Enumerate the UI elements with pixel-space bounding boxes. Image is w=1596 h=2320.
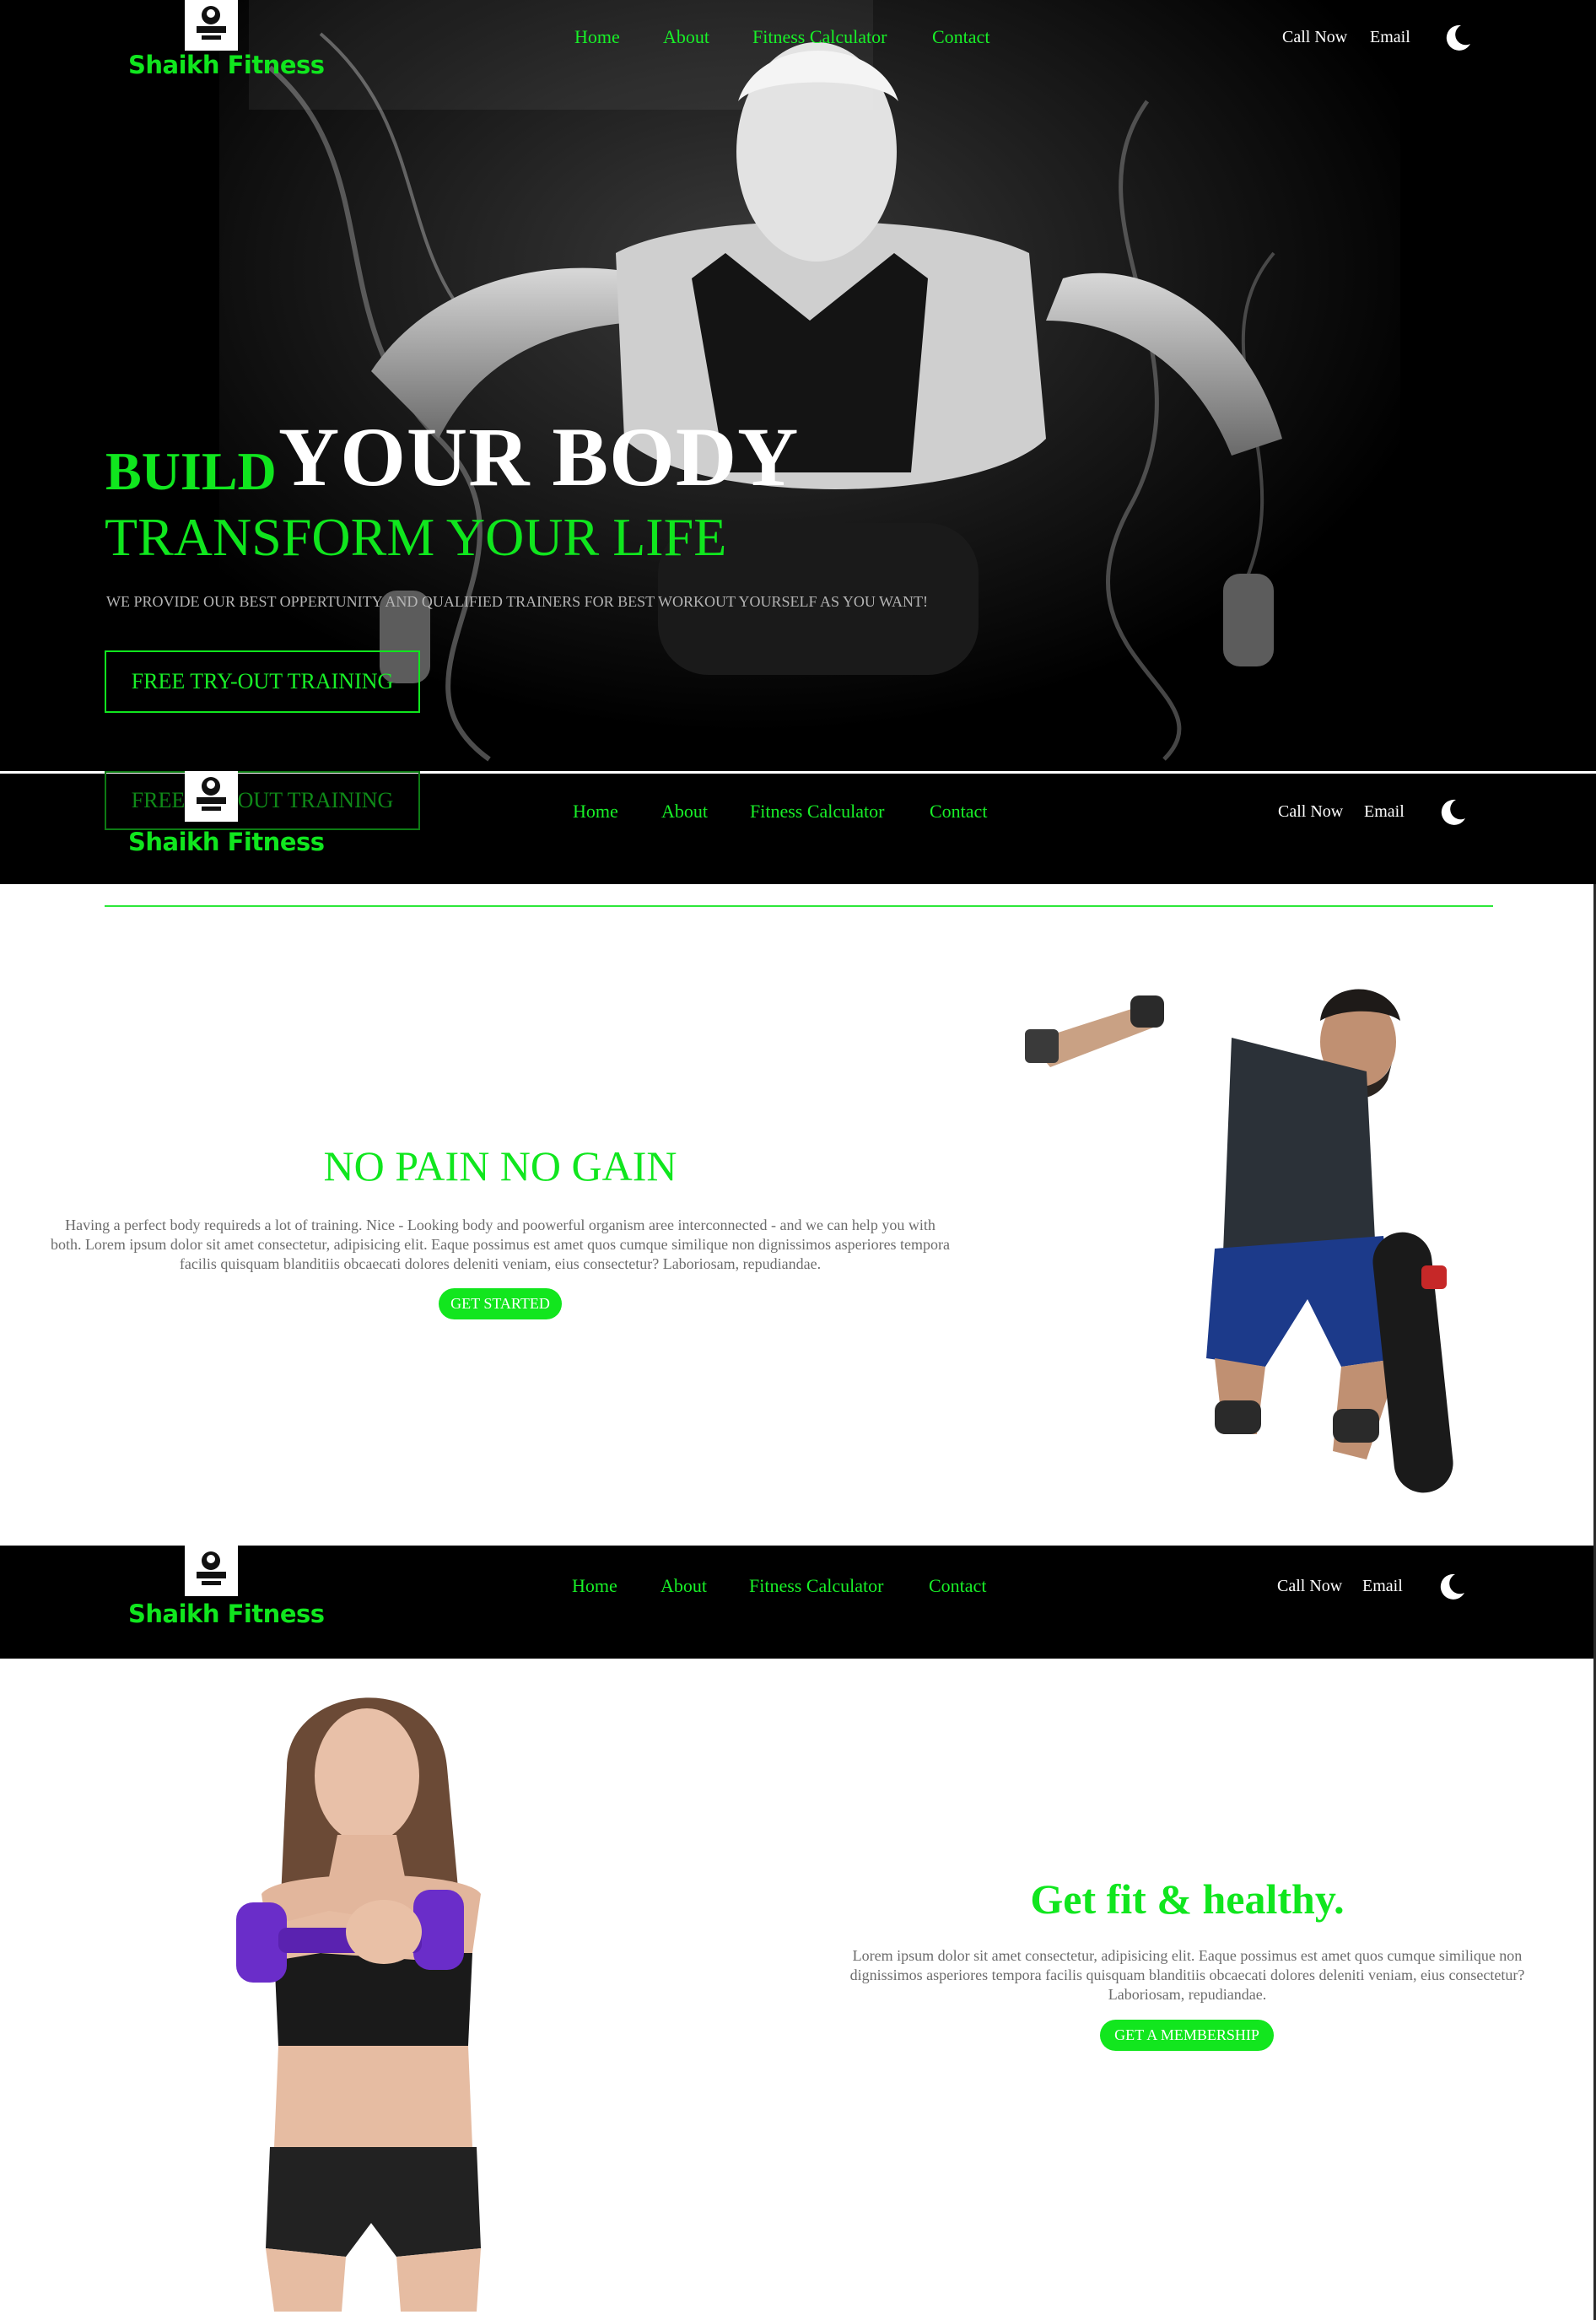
logo[interactable]: [185, 0, 238, 51]
nav-fitness-calculator-link[interactable]: Fitness Calculator: [750, 801, 884, 823]
skateboarder-photo: [1025, 989, 1453, 1493]
fitness-club-logo-icon: [197, 6, 226, 40]
moon-icon[interactable]: [1437, 1572, 1467, 1602]
moon-icon[interactable]: [1442, 23, 1473, 53]
nav-about-link[interactable]: About: [663, 26, 709, 48]
hero-build-text: BUILD: [105, 441, 277, 501]
navbar-top: Shaikh Fitness Home About Fitness Calcul…: [0, 0, 1596, 113]
nav-home-link[interactable]: Home: [572, 1575, 617, 1597]
no-pain-title: NO PAIN NO GAIN: [323, 1142, 677, 1190]
brand-name[interactable]: Shaikh Fitness: [128, 51, 325, 79]
brand-name[interactable]: Shaikh Fitness: [128, 828, 325, 856]
nav-fitness-calculator-link[interactable]: Fitness Calculator: [752, 26, 887, 48]
logo[interactable]: [185, 771, 238, 822]
free-tryout-button[interactable]: FREE TRY-OUT TRAINING: [105, 650, 420, 713]
hero-section: BUILD YOUR BODY TRANSFORM YOUR LIFE WE P…: [0, 0, 1596, 771]
get-fit-title: Get fit & healthy.: [1030, 1875, 1345, 1923]
nav-contact-link[interactable]: Contact: [930, 801, 987, 823]
pain-description: Having a perfect body requireds a lot of…: [0, 1216, 1000, 1274]
pain-text-line: both. Lorem ipsum dolor sit amet consect…: [50, 1236, 951, 1253]
nav-about-link[interactable]: About: [661, 1575, 707, 1597]
fit-description: Lorem ipsum dolor sit amet consectetur, …: [793, 1946, 1582, 2004]
fit-text-line: dignissimos asperiores tempora facilis q…: [849, 1967, 1525, 1983]
navbar-third: Shaikh Fitness Home About Fitness Calcul…: [0, 1546, 1596, 1659]
email-link[interactable]: Email: [1370, 28, 1410, 47]
navbar-second: Shaikh Fitness Home About Fitness Calcul…: [0, 771, 1596, 884]
fitness-club-logo-icon: [197, 777, 226, 811]
hero-description: WE PROVIDE OUR BEST OPPERTUNITY AND QUAL…: [106, 593, 928, 610]
pain-text-line: facilis quisquam blanditiis obcaecati do…: [179, 1255, 822, 1272]
email-link[interactable]: Email: [1362, 1577, 1403, 1596]
call-now-link[interactable]: Call Now: [1277, 1577, 1342, 1596]
fit-text-line: Lorem ipsum dolor sit amet consectetur, …: [852, 1947, 1523, 1964]
brand-name[interactable]: Shaikh Fitness: [128, 1600, 325, 1628]
nav-contact-link[interactable]: Contact: [929, 1575, 986, 1597]
fitness-club-logo-icon: [197, 1551, 226, 1585]
call-now-link[interactable]: Call Now: [1278, 802, 1343, 822]
moon-icon[interactable]: [1437, 797, 1468, 828]
hero-your-body-text: YOUR BODY: [278, 410, 800, 504]
nav-contact-link[interactable]: Contact: [932, 26, 989, 48]
logo[interactable]: [185, 1546, 238, 1596]
section-green-rule: [105, 905, 1493, 907]
call-now-link[interactable]: Call Now: [1282, 28, 1347, 47]
nav-fitness-calculator-link[interactable]: Fitness Calculator: [749, 1575, 883, 1597]
nav-about-link[interactable]: About: [661, 801, 708, 823]
get-started-button[interactable]: GET STARTED: [439, 1288, 562, 1319]
email-link[interactable]: Email: [1364, 802, 1405, 822]
nav-home-link[interactable]: Home: [573, 801, 618, 823]
get-membership-button[interactable]: GET A MEMBERSHIP: [1100, 2020, 1274, 2051]
pain-text-line: Having a perfect body requireds a lot of…: [65, 1217, 935, 1233]
nav-home-link[interactable]: Home: [574, 26, 620, 48]
fit-text-line: Laboriosam, repudiandae.: [1108, 1986, 1267, 2003]
hero-transform-text: TRANSFORM YOUR LIFE: [105, 507, 727, 567]
woman-dumbbell-photo: [236, 1697, 481, 2312]
